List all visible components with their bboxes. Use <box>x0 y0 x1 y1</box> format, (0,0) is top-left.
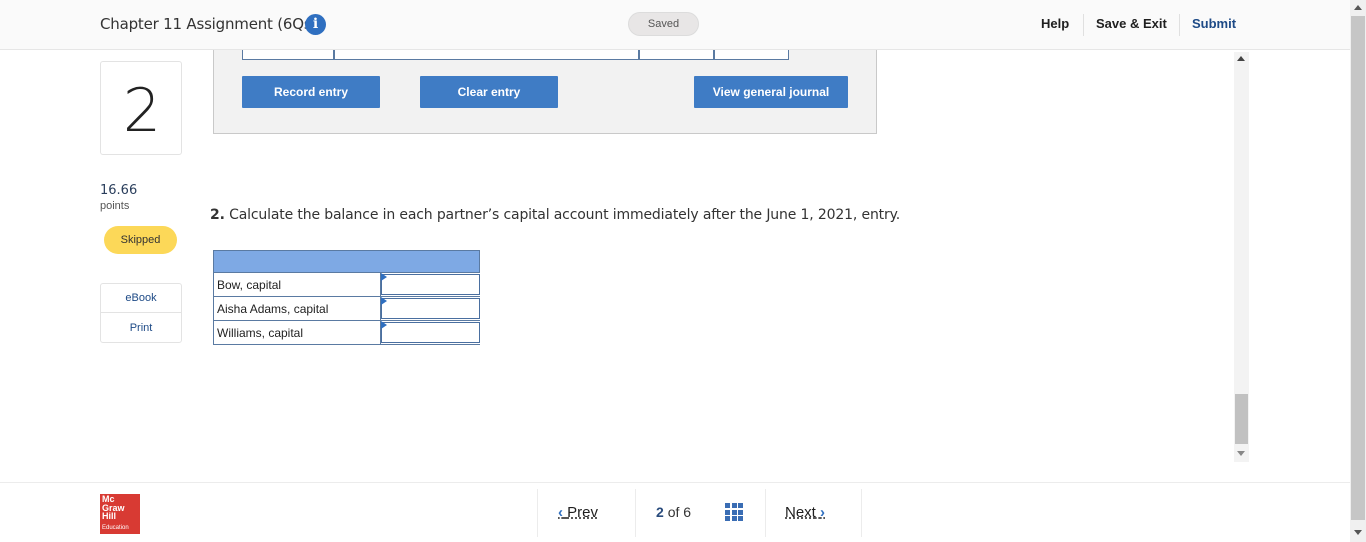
table-row: Williams, capital <box>213 321 480 345</box>
page-count: 2 of 6 <box>656 504 691 520</box>
table-header <box>213 250 480 273</box>
scroll-thumb[interactable] <box>1235 394 1248 444</box>
journal-grid-cell <box>639 50 714 60</box>
mcgraw-hill-logo: Mc Graw Hill Education <box>100 494 140 534</box>
row-label: Williams, capital <box>217 326 304 340</box>
page-scrollbar[interactable] <box>1350 0 1366 542</box>
next-label: Next <box>785 504 816 521</box>
logo-line: Hill <box>102 511 117 521</box>
save-exit-link[interactable]: Save & Exit <box>1096 16 1167 31</box>
row-label: Bow, capital <box>217 278 282 292</box>
prev-label: Prev <box>567 504 599 521</box>
prev-button[interactable]: ‹ Prev <box>558 504 598 521</box>
pager-divider <box>765 489 766 537</box>
table-row: Bow, capital <box>213 273 480 297</box>
current-page: 2 <box>656 504 664 520</box>
journal-entry-panel: Record entry Clear entry View general jo… <box>213 50 877 134</box>
scroll-up-icon[interactable] <box>1354 5 1362 10</box>
page-scroll-thumb[interactable] <box>1351 16 1365 520</box>
print-button[interactable]: Print <box>101 314 181 343</box>
question-prompt-text: Calculate the balance in each partner’s … <box>224 207 901 223</box>
record-entry-button[interactable]: Record entry <box>242 76 380 108</box>
points-value: 16.66 <box>100 183 138 198</box>
question-prompt: 2. Calculate the balance in each partner… <box>210 207 900 223</box>
header-divider <box>1083 14 1084 36</box>
input-marker-icon <box>381 297 387 305</box>
journal-grid-cell <box>334 50 639 60</box>
total-pages: 6 <box>683 504 692 520</box>
ebook-button[interactable]: eBook <box>101 284 181 313</box>
adams-capital-input-cell <box>380 297 480 320</box>
header-divider <box>1179 14 1180 36</box>
content-scrollbar[interactable] <box>1234 52 1249 462</box>
grid-icon[interactable] <box>725 503 743 521</box>
bow-capital-input[interactable] <box>381 274 480 295</box>
scroll-up-icon[interactable] <box>1237 56 1245 61</box>
points-label: points <box>100 200 130 212</box>
chevron-left-icon: ‹ <box>558 504 563 521</box>
adams-capital-input[interactable] <box>381 298 480 319</box>
scroll-down-icon[interactable] <box>1354 530 1362 535</box>
table-row: Aisha Adams, capital <box>213 297 480 321</box>
question-number: 2 <box>122 76 162 146</box>
row-label: Aisha Adams, capital <box>217 302 329 316</box>
input-marker-icon <box>381 321 387 329</box>
journal-grid-cell <box>714 50 789 60</box>
saved-status-badge: Saved <box>628 12 699 36</box>
question-pager: ‹ Prev 2 of 6 Next › <box>537 489 862 537</box>
question-prompt-number: 2. <box>210 207 225 223</box>
info-icon[interactable]: i <box>305 14 326 35</box>
top-bar: Chapter 11 Assignment (6Qs) i Saved Help… <box>0 0 1350 50</box>
williams-capital-input-cell <box>380 321 480 344</box>
next-button[interactable]: Next › <box>785 504 825 521</box>
question-number-box: 2 <box>100 61 182 155</box>
chevron-right-icon: › <box>820 504 826 521</box>
resource-buttons: eBook Print <box>100 283 182 343</box>
capital-balance-table: Bow, capital Aisha Adams, capital Willia… <box>213 250 480 345</box>
pager-divider <box>635 489 636 537</box>
scroll-down-icon[interactable] <box>1237 451 1245 456</box>
footer: Mc Graw Hill Education ‹ Prev 2 of 6 Nex… <box>0 482 1350 542</box>
clear-entry-button[interactable]: Clear entry <box>420 76 558 108</box>
logo-subtext: Education <box>102 525 129 531</box>
input-marker-icon <box>381 273 387 281</box>
view-general-journal-button[interactable]: View general journal <box>694 76 848 108</box>
submit-link[interactable]: Submit <box>1192 16 1236 31</box>
assignment-title: Chapter 11 Assignment (6Qs) <box>100 15 318 33</box>
williams-capital-input[interactable] <box>381 322 480 343</box>
page-of: of <box>667 504 680 520</box>
help-link[interactable]: Help <box>1041 16 1069 31</box>
skipped-badge: Skipped <box>104 226 177 254</box>
journal-grid-cell <box>242 50 334 60</box>
bow-capital-input-cell <box>380 273 480 296</box>
